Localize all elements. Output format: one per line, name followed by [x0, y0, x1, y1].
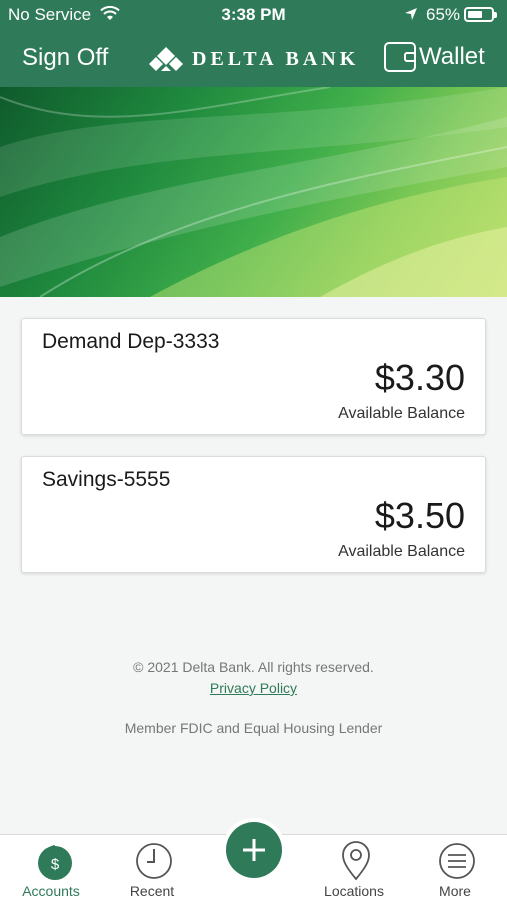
status-bar: No Service 3:38 PM 65% [0, 0, 507, 30]
fdic-text: Member FDIC and Equal Housing Lender [124, 720, 383, 736]
account-balance: $3.50 [374, 495, 465, 536]
clock-icon [136, 843, 172, 879]
account-name: Demand Dep-3333 [42, 330, 220, 353]
wallet-icon [384, 42, 416, 72]
plus-icon [243, 839, 265, 861]
balance-label: Available Balance [338, 405, 465, 422]
privacy-policy-link[interactable]: Privacy Policy [210, 680, 297, 696]
tab-label: Locations [324, 883, 384, 899]
add-button[interactable] [226, 822, 282, 878]
wallet-label: Wallet [419, 43, 485, 70]
battery-percent: 65% [426, 5, 461, 24]
battery-icon [464, 7, 497, 22]
tab-label: Accounts [22, 883, 80, 899]
hero-waves-image [0, 87, 507, 297]
account-name: Savings-5555 [42, 468, 171, 491]
dollar-icon: $ [38, 845, 72, 880]
copyright-text: © 2021 Delta Bank. All rights reserved. [133, 659, 374, 675]
account-balance: $3.30 [374, 357, 465, 398]
privacy-row: Privacy Policy [0, 680, 507, 696]
wallet-button[interactable]: Wallet [383, 40, 485, 74]
tab-recent[interactable]: Recent [102, 835, 202, 901]
menu-icon [439, 843, 475, 879]
tab-accounts[interactable]: $ Accounts [1, 835, 101, 901]
delta-logo-icon [149, 47, 183, 71]
tab-locations[interactable]: Locations [304, 835, 404, 901]
account-card-savings[interactable]: Savings-5555 $3.50 Available Balance [21, 456, 486, 573]
tab-label: More [439, 883, 471, 899]
svg-text:$: $ [51, 856, 60, 873]
map-pin-icon [342, 841, 370, 881]
nav-row: Sign Off DELTA BANK Wallet [0, 38, 507, 82]
tab-more[interactable]: More [405, 835, 505, 901]
battery-level [468, 11, 483, 18]
balance-label: Available Balance [338, 543, 465, 560]
location-arrow-icon [405, 8, 417, 20]
top-bar: No Service 3:38 PM 65% Sign Off DELTA BA… [0, 0, 507, 87]
brand-wordmark: DELTA BANK [192, 47, 360, 70]
hero-banner [0, 87, 507, 297]
tab-label: Recent [129, 883, 175, 899]
account-card-demand[interactable]: Demand Dep-3333 $3.30 Available Balance [21, 318, 486, 435]
sign-off-button[interactable]: Sign Off [22, 44, 108, 72]
brand-logo: DELTA BANK [148, 46, 359, 72]
